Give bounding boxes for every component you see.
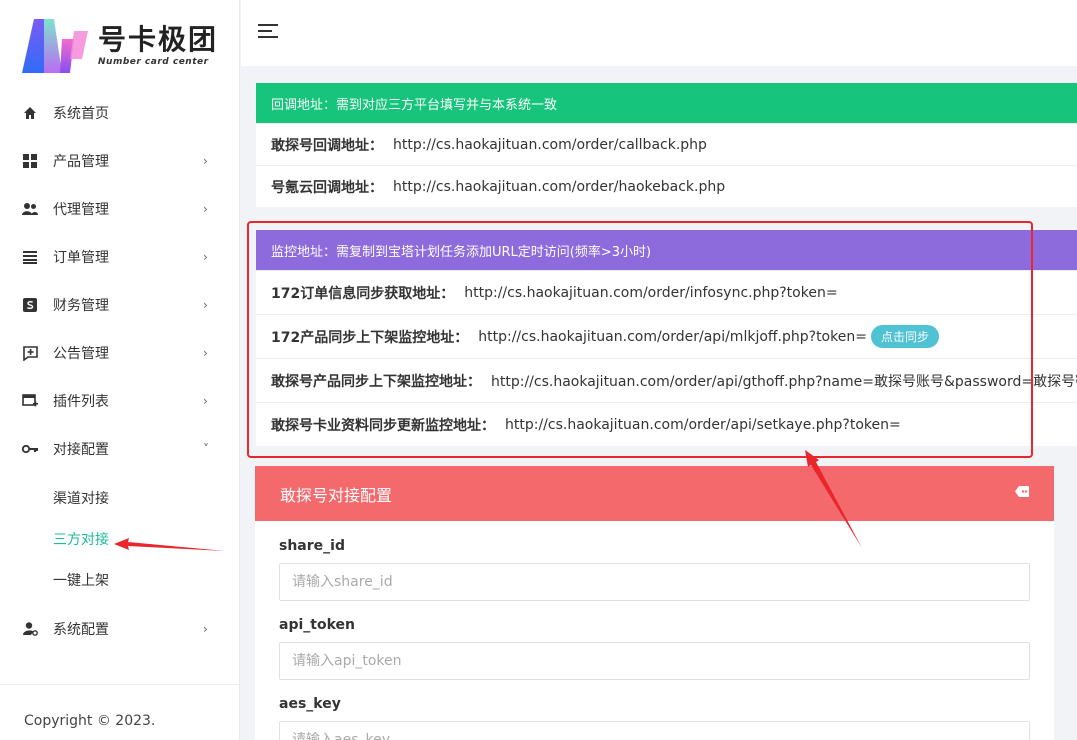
menu-toggle-icon[interactable] xyxy=(258,24,278,40)
sidebar-item-label: 产品管理 xyxy=(53,154,109,170)
callback-row-label: 号氪云回调地址： xyxy=(271,179,383,196)
monitor-row: 172产品同步上下架监控地址： http://cs.haokajituan.co… xyxy=(256,314,1077,358)
monitor-row-label: 172订单信息同步获取地址： xyxy=(271,285,455,302)
logo[interactable]: 号卡极团 Number card center xyxy=(22,18,218,74)
api-token-input[interactable] xyxy=(279,642,1030,680)
monitor-row-url[interactable]: http://cs.haokajituan.com/order/api/setk… xyxy=(505,417,901,433)
sync-button[interactable]: 点击同步 xyxy=(870,325,939,348)
monitor-row-label: 敢探号产品同步上下架监控地址： xyxy=(271,373,481,390)
sidebar-nav: 系统首页 产品管理 › 代理管理 › 订单管理 › 财务管理 › 公告管理 › … xyxy=(0,89,240,653)
callback-row: 敢探号回调地址： http://cs.haokajituan.com/order… xyxy=(256,123,1077,165)
sidebar-item-products[interactable]: 产品管理 › xyxy=(0,137,240,185)
announce-icon xyxy=(22,345,38,361)
chevron-right-icon: › xyxy=(203,298,208,312)
chevron-right-icon: › xyxy=(203,250,208,264)
chevron-right-icon: › xyxy=(203,346,208,360)
sidebar-footer: Copyright © 2023. xyxy=(0,684,240,740)
aes-key-label: aes_key xyxy=(279,696,341,712)
home-icon xyxy=(22,105,38,121)
callback-address-card: 回调地址：需到对应三方平台填写并与本系统一致 敢探号回调地址： http://c… xyxy=(256,83,1077,207)
config-panel-header: 敢探号对接配置 xyxy=(255,466,1054,521)
chevron-down-icon: ˅ xyxy=(203,442,209,456)
monitor-row-label: 敢探号卡业资料同步更新监控地址： xyxy=(271,417,495,434)
dollar-icon xyxy=(22,297,38,313)
share-id-label: share_id xyxy=(279,538,345,554)
submenu-integration: 渠道对接 三方对接 一键上架 xyxy=(0,473,240,600)
callback-card-header: 回调地址：需到对应三方平台填写并与本系统一致 xyxy=(256,83,1077,123)
sidebar-item-integration[interactable]: 对接配置 ˅ xyxy=(0,425,240,473)
monitor-row: 敢探号产品同步上下架监控地址： http://cs.haokajituan.co… xyxy=(256,358,1077,402)
sidebar-item-label: 订单管理 xyxy=(53,250,109,266)
sidebar-item-label: 插件列表 xyxy=(53,394,109,410)
sidebar-item-label: 对接配置 xyxy=(53,442,109,458)
submenu-item-channel[interactable]: 渠道对接 xyxy=(0,477,240,518)
chevron-right-icon: › xyxy=(203,394,208,408)
monitor-row-url[interactable]: http://cs.haokajituan.com/order/infosync… xyxy=(464,285,837,301)
aes-key-input[interactable] xyxy=(279,721,1030,740)
submenu-item-third-party[interactable]: 三方对接 xyxy=(0,518,240,559)
sidebar-item-label: 代理管理 xyxy=(53,202,109,218)
share-id-input[interactable] xyxy=(279,563,1030,601)
sidebar-item-label: 公告管理 xyxy=(53,346,109,362)
sidebar-item-finance[interactable]: 财务管理 › xyxy=(0,281,240,329)
logo-mark-icon xyxy=(22,19,88,73)
users-icon xyxy=(22,201,38,217)
monitor-row-url[interactable]: http://cs.haokajituan.com/order/api/gtho… xyxy=(491,371,1077,391)
plugin-icon xyxy=(22,393,38,409)
callback-row-url[interactable]: http://cs.haokajituan.com/order/haokebac… xyxy=(393,179,725,195)
chevron-right-icon: › xyxy=(203,622,208,636)
monitor-card-header: 监控地址：需复制到宝塔计划任务添加URL定时访问(频率>3小时) xyxy=(256,230,1077,270)
callback-row: 号氪云回调地址： http://cs.haokajituan.com/order… xyxy=(256,165,1077,207)
sidebar-item-agents[interactable]: 代理管理 › xyxy=(0,185,240,233)
sidebar-item-system[interactable]: 系统配置 › xyxy=(0,605,240,653)
tag-icon[interactable] xyxy=(1015,486,1029,497)
api-token-label: api_token xyxy=(279,617,355,633)
sidebar-item-announcements[interactable]: 公告管理 › xyxy=(0,329,240,377)
sidebar-item-plugins[interactable]: 插件列表 › xyxy=(0,377,240,425)
sidebar-item-home[interactable]: 系统首页 xyxy=(0,89,240,137)
monitor-row: 172订单信息同步获取地址： http://cs.haokajituan.com… xyxy=(256,270,1077,314)
config-panel-title: 敢探号对接配置 xyxy=(280,485,393,505)
key-icon xyxy=(22,441,38,457)
copyright-text: Copyright © 2023. xyxy=(24,713,156,729)
callback-row-label: 敢探号回调地址： xyxy=(271,137,383,154)
sidebar-item-label: 财务管理 xyxy=(53,298,109,314)
user-settings-icon xyxy=(22,621,38,637)
config-panel: 敢探号对接配置 share_id api_token aes_key xyxy=(255,466,1054,740)
top-header xyxy=(241,0,1077,66)
sidebar-item-label: 系统首页 xyxy=(53,106,109,122)
submenu-item-one-click[interactable]: 一键上架 xyxy=(0,559,240,600)
chevron-right-icon: › xyxy=(203,202,208,216)
grid-icon xyxy=(22,153,38,169)
monitor-row-url[interactable]: http://cs.haokajituan.com/order/api/mlkj… xyxy=(478,329,867,345)
sidebar: 号卡极团 Number card center 系统首页 产品管理 › 代理管理… xyxy=(0,0,240,740)
monitor-row: 敢探号卡业资料同步更新监控地址： http://cs.haokajituan.c… xyxy=(256,402,1077,446)
monitor-row-label: 172产品同步上下架监控地址： xyxy=(271,329,469,346)
monitor-address-card: 监控地址：需复制到宝塔计划任务添加URL定时访问(频率>3小时) 172订单信息… xyxy=(256,230,1077,446)
list-icon xyxy=(22,249,38,265)
logo-title: 号卡极团 xyxy=(98,23,219,56)
callback-row-url[interactable]: http://cs.haokajituan.com/order/callback… xyxy=(393,137,707,153)
sidebar-item-orders[interactable]: 订单管理 › xyxy=(0,233,240,281)
sidebar-item-label: 系统配置 xyxy=(53,622,109,638)
chevron-right-icon: › xyxy=(203,154,208,168)
logo-subtitle: Number card center xyxy=(98,57,209,67)
